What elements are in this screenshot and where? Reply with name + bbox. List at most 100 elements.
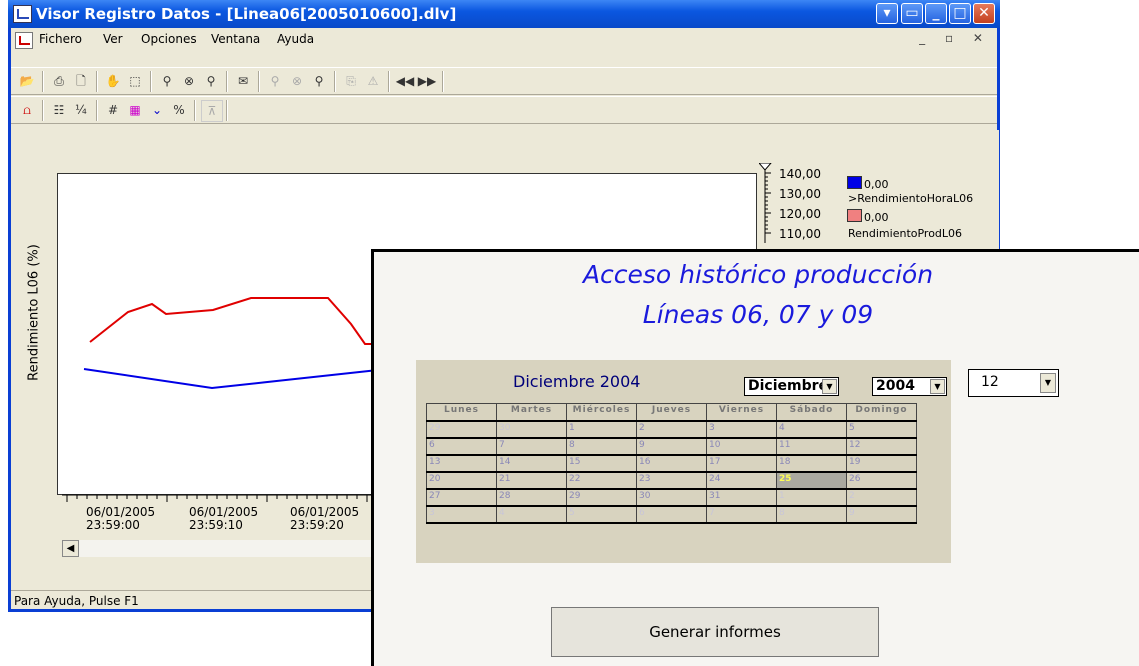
zoom-cancel-icon[interactable]: ⊗: [179, 71, 199, 91]
panel-title-line2: Líneas 06, 07 y 09: [642, 300, 874, 329]
calendar-day[interactable]: 19: [846, 454, 917, 473]
cursor-select-icon[interactable]: ⬚: [125, 71, 145, 91]
calendar-day[interactable]: 5: [566, 505, 637, 524]
calendar-day[interactable]: 5: [846, 420, 917, 439]
line-style-icon[interactable]: ⌄: [147, 100, 167, 120]
grid-lines-icon[interactable]: ☷: [49, 100, 69, 120]
zoom-disabled-icon[interactable]: ⚲: [265, 71, 285, 91]
menu-opciones[interactable]: Opciones: [141, 32, 197, 46]
y-axis-label: Rendimiento L06 (%): [26, 244, 42, 381]
chevron-down-icon[interactable]: ▼: [822, 379, 837, 394]
calendar-day[interactable]: 3: [706, 420, 777, 439]
calendar-day[interactable]: 10: [706, 437, 777, 456]
calendar-day[interactable]: 2: [846, 488, 917, 507]
calendar-day[interactable]: 24: [706, 471, 777, 490]
print-preview-icon[interactable]: 🗋: [71, 71, 91, 91]
envelope-icon[interactable]: ✉: [233, 71, 253, 91]
chart-type-icon[interactable]: ⩍: [17, 100, 37, 120]
menu-ver[interactable]: Ver: [103, 32, 123, 46]
calendar-day[interactable]: 6: [426, 437, 497, 456]
calendar-day[interactable]: 31: [706, 488, 777, 507]
restore-icon[interactable]: ▭: [901, 3, 923, 24]
scroll-left-arrow-icon[interactable]: ◀: [62, 540, 79, 557]
calendar-day[interactable]: 25: [776, 471, 847, 490]
weekday-header: Jueves: [636, 403, 707, 422]
minimize-button[interactable]: _: [925, 3, 947, 24]
open-folder-icon[interactable]: 📂: [17, 71, 37, 91]
calendar-day[interactable]: 1: [566, 420, 637, 439]
calendar-day[interactable]: 23: [636, 471, 707, 490]
zoom-fit-icon[interactable]: ⚲: [201, 71, 221, 91]
separator: [334, 71, 336, 92]
calendar-day[interactable]: 8: [776, 505, 847, 524]
generate-reports-button[interactable]: Generar informes: [551, 607, 879, 657]
colors-icon[interactable]: ▦: [125, 100, 145, 120]
calendar-day[interactable]: 12: [846, 437, 917, 456]
percent-icon[interactable]: %: [169, 100, 189, 120]
mdi-window-controls[interactable]: _ ▫ ✕: [919, 31, 991, 45]
calendar-day[interactable]: 29: [426, 420, 497, 439]
calendar-day[interactable]: 7: [706, 505, 777, 524]
status-text: Para Ayuda, Pulse F1: [14, 594, 139, 608]
calendar-day[interactable]: 30: [496, 420, 567, 439]
chevron-down-icon[interactable]: ▼: [930, 379, 945, 394]
zoom-window-icon[interactable]: ⚲: [309, 71, 329, 91]
calendar-day[interactable]: 4: [496, 505, 567, 524]
calendar-day[interactable]: 9: [636, 437, 707, 456]
hand-pan-icon[interactable]: ✋: [103, 71, 123, 91]
fraction-icon[interactable]: ¼: [71, 100, 91, 120]
calendar-day[interactable]: 9: [846, 505, 917, 524]
maximize-button[interactable]: □: [949, 3, 971, 24]
fast-forward-icon[interactable]: ▶▶: [417, 71, 437, 91]
calendar-day[interactable]: 22: [566, 471, 637, 490]
document-chart-icon[interactable]: [15, 32, 33, 49]
menu-fichero[interactable]: Fichero: [39, 32, 82, 46]
calendar-day[interactable]: 14: [496, 454, 567, 473]
export-disabled-icon[interactable]: ⎘: [341, 71, 361, 91]
calendar-day[interactable]: 13: [426, 454, 497, 473]
zoom-icon[interactable]: ⚲: [157, 71, 177, 91]
calendar-day[interactable]: 20: [426, 471, 497, 490]
month-select[interactable]: Diciembre ▼: [744, 377, 839, 396]
calendar-day[interactable]: 29: [566, 488, 637, 507]
calendar-day[interactable]: 3: [426, 505, 497, 524]
calendar-week-row: 20 21 22 23 24 25 26: [426, 471, 917, 490]
panel-title-line1: Acceso histórico producción: [582, 260, 934, 289]
rewind-icon[interactable]: ◀◀: [395, 71, 415, 91]
hour-select[interactable]: 12 ▼: [968, 369, 1059, 397]
calendar-day[interactable]: 11: [776, 437, 847, 456]
calendar-day[interactable]: 17: [706, 454, 777, 473]
year-select[interactable]: 2004 ▼: [872, 377, 947, 396]
close-button[interactable]: ✕: [973, 3, 995, 24]
calendar-day[interactable]: 8: [566, 437, 637, 456]
zoom-out-disabled-icon[interactable]: ⊗: [287, 71, 307, 91]
calendar-day[interactable]: 27: [426, 488, 497, 507]
calendar-day[interactable]: 15: [566, 454, 637, 473]
calendar-day[interactable]: 6: [636, 505, 707, 524]
calendar-day[interactable]: 30: [636, 488, 707, 507]
menu-ventana[interactable]: Ventana: [211, 32, 260, 46]
x-tick-label: 06/01/2005 23:59:10: [189, 505, 259, 532]
dropdown-button[interactable]: ▾: [876, 3, 898, 24]
calendar-day[interactable]: 28: [496, 488, 567, 507]
grid-icon[interactable]: #: [103, 100, 123, 120]
alarm-disabled-icon[interactable]: ⚠: [363, 71, 383, 91]
calendar-grid: Lunes Martes Miércoles Jueves Viernes Sábado D…: [426, 403, 917, 524]
chevron-down-icon[interactable]: ▼: [1040, 373, 1056, 393]
calendar-day[interactable]: 7: [496, 437, 567, 456]
calendar-day[interactable]: 1: [776, 488, 847, 507]
calendar-day[interactable]: 26: [846, 471, 917, 490]
menu-ayuda[interactable]: Ayuda: [277, 32, 314, 46]
calendar-day[interactable]: 16: [636, 454, 707, 473]
legend-swatch-prod[interactable]: [847, 209, 862, 222]
title-bar[interactable]: Visor Registro Datos - [Linea06[20050106…: [8, 0, 1000, 28]
separator: [388, 71, 390, 92]
calendar-day[interactable]: 4: [776, 420, 847, 439]
filter-disabled-icon[interactable]: ⊼: [201, 100, 223, 122]
separator: [226, 71, 228, 92]
calendar-day[interactable]: 21: [496, 471, 567, 490]
calendar-day[interactable]: 2: [636, 420, 707, 439]
calendar-day[interactable]: 18: [776, 454, 847, 473]
legend-swatch-hora[interactable]: [847, 176, 862, 189]
print-icon[interactable]: ⎙: [49, 71, 69, 91]
